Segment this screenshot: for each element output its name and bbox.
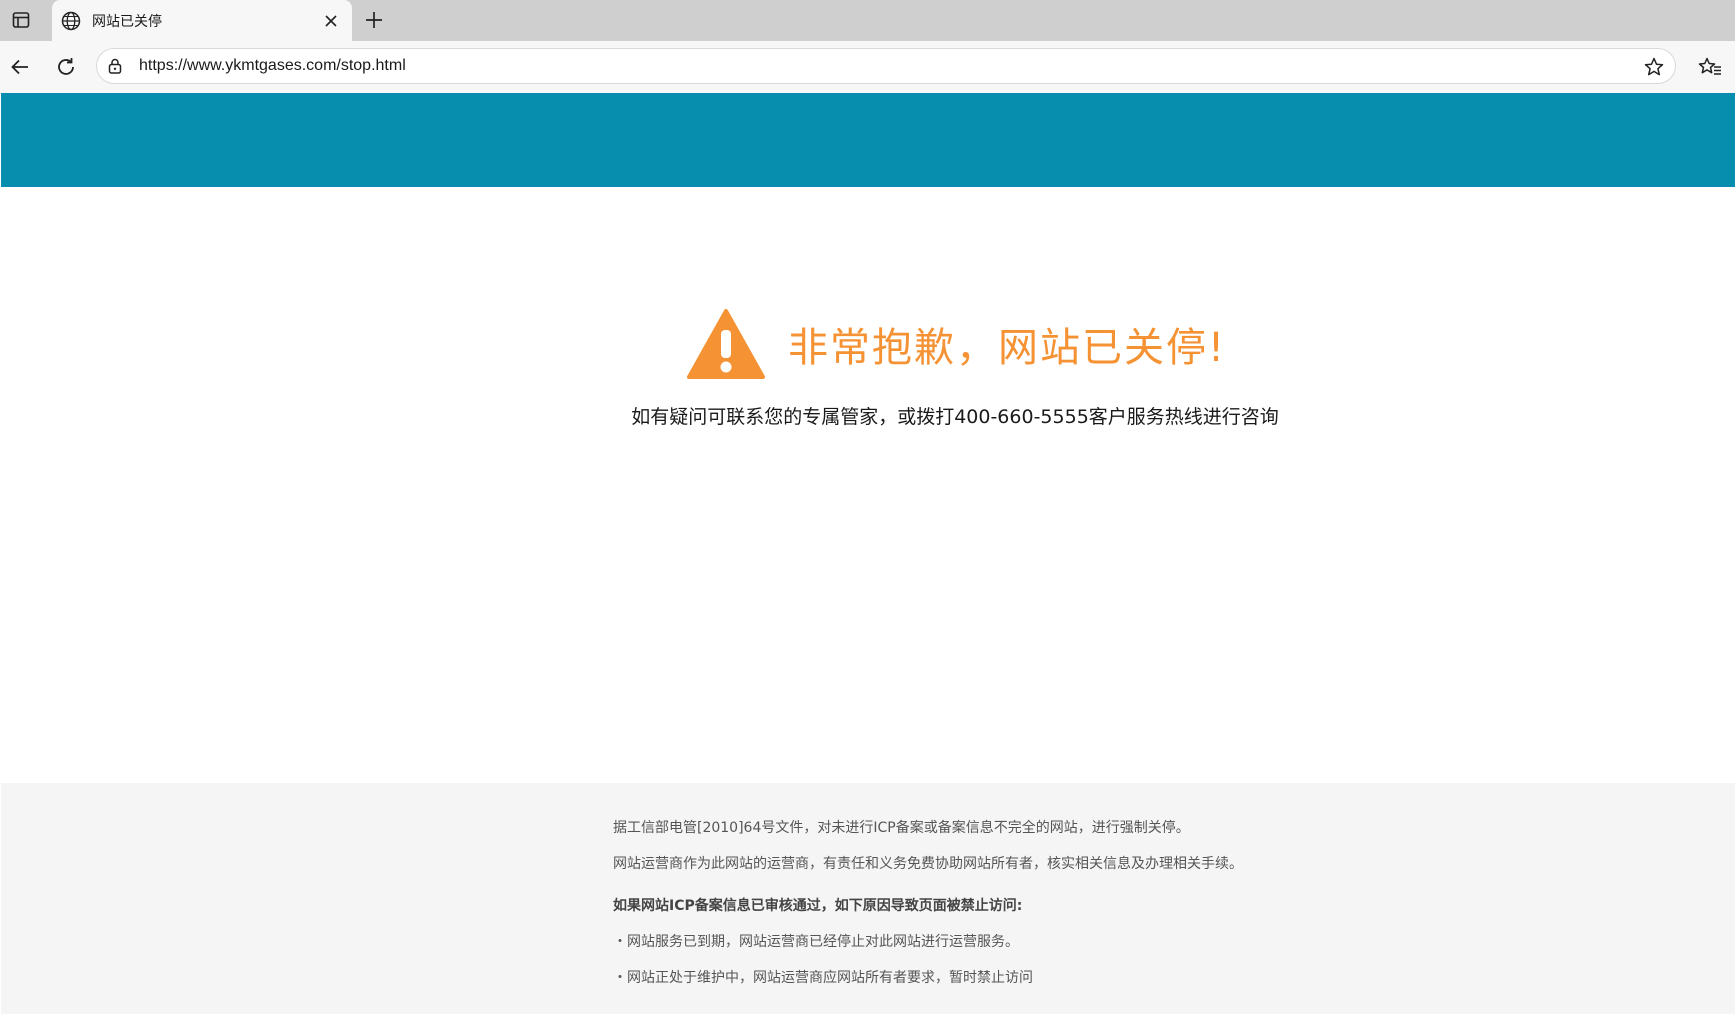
tab-actions-icon[interactable] (6, 6, 36, 34)
lock-icon[interactable] (106, 57, 124, 75)
star-icon[interactable] (1643, 56, 1665, 78)
globe-icon (60, 10, 82, 32)
plus-icon[interactable] (360, 6, 388, 34)
warning-triangle-icon (686, 308, 766, 380)
header-band (1, 93, 1735, 187)
notice-heading: 非常抱歉，网站已关停! (686, 308, 1226, 380)
footer-line-regulation: 据工信部电管[2010]64号文件，对未进行ICP备案或备案信息不完全的网站，进… (613, 820, 1190, 836)
browser-tab-bar: 网站已关停 (0, 0, 1735, 41)
address-bar[interactable]: https://www.ykmtgases.com/stop.html (96, 48, 1676, 84)
reload-icon[interactable] (52, 53, 80, 81)
favorites-icon[interactable] (1696, 53, 1724, 81)
back-arrow-icon[interactable] (6, 53, 34, 81)
notice-area (0, 187, 1735, 783)
footer-line-operator: 网站运营商作为此网站的运营商，有责任和义务免费协助网站所有者，核实相关信息及办理… (613, 856, 1243, 872)
footer: 据工信部电管[2010]64号文件，对未进行ICP备案或备案信息不完全的网站，进… (1, 783, 1735, 1014)
url-text[interactable]: https://www.ykmtgases.com/stop.html (139, 57, 406, 75)
browser-tab[interactable]: 网站已关停 (52, 0, 352, 41)
browser-toolbar: https://www.ykmtgases.com/stop.html (0, 41, 1735, 94)
tab-title: 网站已关停 (92, 13, 162, 30)
footer-reason-expired: ・网站服务已到期，网站运营商已经停止对此网站进行运营服务。 (613, 934, 1019, 950)
footer-reasons-heading: 如果网站ICP备案信息已审核通过，如下原因导致页面被禁止访问: (613, 898, 1023, 914)
footer-reason-maintenance: ・网站正处于维护中，网站运营商应网站所有者要求，暂时禁止访问 (613, 970, 1033, 986)
page-title: 非常抱歉，网站已关停! (788, 325, 1227, 371)
contact-text: 如有疑问可联系您的专属管家，或拨打400-660-5555客户服务热线进行咨询 (631, 406, 1279, 428)
close-icon[interactable] (320, 10, 342, 32)
